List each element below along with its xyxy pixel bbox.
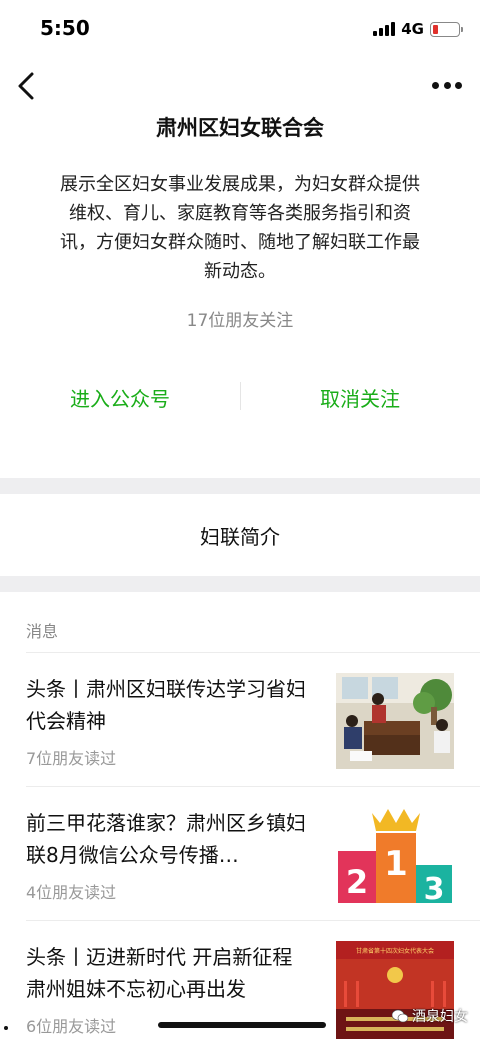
battery-icon bbox=[430, 21, 463, 37]
follow-count: 17位朋友关注 bbox=[186, 311, 294, 331]
status-indicators: 4G bbox=[373, 20, 463, 38]
article-reads: 7位朋友读过 bbox=[26, 749, 117, 768]
article-title: 头条丨迈进新时代 开启新征程 肃州姐妹不忘初心再出发 bbox=[26, 945, 293, 1001]
enter-account-button[interactable]: 进入公众号 bbox=[0, 376, 240, 418]
section-divider bbox=[0, 478, 480, 494]
wechat-icon bbox=[392, 1009, 408, 1023]
article-thumbnail bbox=[336, 673, 454, 769]
account-description: 展示全区妇女事业发展成果，为妇女群众提供维权、育儿、家庭教育等各类服务指引和资讯… bbox=[60, 174, 420, 282]
status-time: 5:50 bbox=[40, 16, 90, 40]
home-indicator[interactable] bbox=[158, 1022, 326, 1028]
article-item[interactable]: 前三甲花落谁家？肃州区乡镇妇联8月微信公众号传播… 4位朋友读过 1 2 3 bbox=[0, 787, 480, 921]
more-icon[interactable] bbox=[432, 76, 462, 94]
watermark: 酒泉妇女 bbox=[392, 1006, 468, 1026]
action-row: 进入公众号 取消关注 bbox=[0, 376, 480, 418]
action-divider bbox=[240, 382, 241, 410]
network-label: 4G bbox=[401, 20, 424, 38]
signal-icon bbox=[373, 22, 396, 36]
intro-link[interactable]: 妇联简介 bbox=[0, 494, 480, 576]
edge-dot bbox=[4, 1026, 8, 1030]
article-title: 头条丨肃州区妇联传达学习省妇代会精神 bbox=[26, 677, 306, 733]
thumbnail-banner-text: 甘肃省第十四次妇女代表大会 bbox=[356, 947, 434, 955]
section-divider bbox=[0, 576, 480, 592]
article-reads: 6位朋友读过 bbox=[26, 1017, 117, 1036]
unfollow-button[interactable]: 取消关注 bbox=[240, 376, 480, 418]
messages-section-label: 消息 bbox=[26, 622, 59, 641]
article-thumbnail: 1 2 3 bbox=[336, 807, 454, 903]
status-bar: 5:50 4G bbox=[0, 0, 480, 60]
svg-text:2: 2 bbox=[346, 863, 368, 901]
article-reads: 4位朋友读过 bbox=[26, 883, 117, 902]
svg-text:3: 3 bbox=[424, 872, 445, 903]
article-item[interactable]: 头条丨肃州区妇联传达学习省妇代会精神 7位朋友读过 bbox=[0, 653, 480, 787]
back-icon[interactable] bbox=[12, 68, 44, 104]
svg-text:1: 1 bbox=[384, 844, 408, 884]
account-name: 肃州区妇女联合会 bbox=[156, 116, 324, 140]
article-title: 前三甲花落谁家？肃州区乡镇妇联8月微信公众号传播… bbox=[26, 811, 306, 867]
watermark-text: 酒泉妇女 bbox=[412, 1009, 468, 1025]
